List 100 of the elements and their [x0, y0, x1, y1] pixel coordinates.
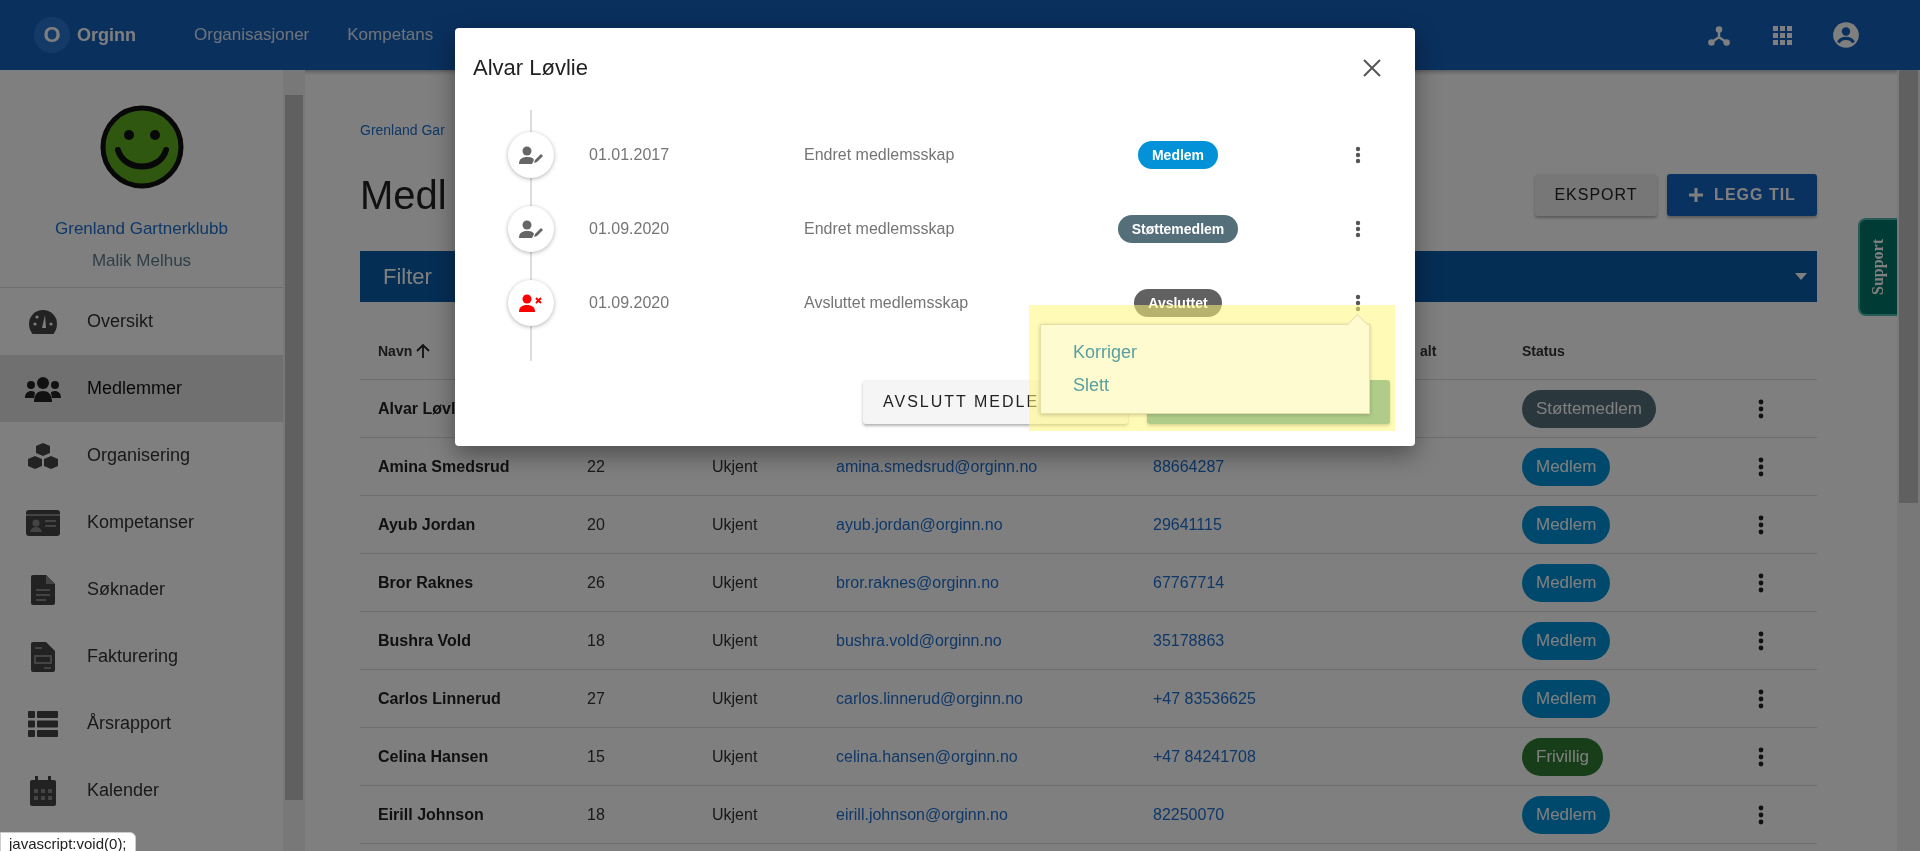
gender-cell: Ukjent	[712, 515, 758, 533]
support-tab[interactable]: Support	[1858, 218, 1897, 316]
gauge-icon	[26, 307, 59, 336]
gender-cell: Ukjent	[712, 747, 758, 765]
caret-icon	[1795, 272, 1807, 281]
phone-link[interactable]: 67767714	[1153, 573, 1225, 591]
status-badge: Medlem	[1522, 447, 1611, 486]
more-icon[interactable]	[1758, 688, 1764, 709]
brand-name[interactable]: Orginn	[77, 24, 136, 46]
event-description: Endret medlemsskap	[804, 146, 956, 164]
account-icon[interactable]	[1832, 21, 1860, 49]
gender-cell: Ukjent	[712, 805, 758, 823]
member-name: Amina Smedsrud	[377, 457, 511, 476]
user-name: Malik Melhus	[91, 251, 192, 271]
status-badge: Støttemedlem	[1117, 215, 1239, 243]
page-scrollbar[interactable]	[1897, 70, 1920, 851]
age-cell: 22	[587, 457, 605, 475]
user-remove-icon	[519, 294, 543, 312]
event-description: Endret medlemsskap	[804, 220, 956, 238]
email-link[interactable]: eirill.johnson@orginn.no	[836, 805, 1008, 823]
more-icon[interactable]	[1758, 572, 1764, 593]
status-badge: Medlem	[1522, 505, 1611, 544]
gender-cell: Ukjent	[712, 457, 758, 475]
status-badge: Frivillig	[1522, 737, 1603, 776]
column-header: alt	[1420, 342, 1438, 359]
more-icon[interactable]	[1758, 630, 1764, 651]
user-edit-icon	[519, 146, 543, 164]
logo-badge[interactable]: O	[34, 17, 70, 53]
age-cell: 27	[587, 689, 605, 707]
plus-icon	[1688, 187, 1705, 203]
email-link[interactable]: carlos.linnerud@orginn.no	[836, 689, 1023, 707]
status-badge: Medlem	[1522, 795, 1611, 834]
export-button[interactable]: EKSPORT	[1535, 174, 1657, 216]
status-badge: Medlem	[1522, 621, 1611, 660]
menu-item[interactable]: Korriger	[1073, 342, 1369, 363]
status-badge: Medlem	[1522, 563, 1611, 602]
list-icon	[27, 710, 58, 737]
invoice-icon	[30, 641, 55, 672]
sidebar-item[interactable]: Fakturering	[0, 623, 283, 690]
sidebar-item[interactable]: Medlemmer	[0, 355, 283, 422]
phone-link[interactable]: +47 83536625	[1153, 689, 1256, 707]
column-header: Status	[1522, 342, 1566, 359]
phone-link[interactable]: 88664287	[1153, 457, 1225, 475]
member-name: Eirill Johnson	[377, 805, 485, 824]
age-cell: 18	[587, 805, 605, 823]
member-name: Celina Hansen	[377, 747, 490, 766]
document-icon	[30, 574, 55, 605]
member-name: Bushra Vold	[377, 631, 473, 650]
sidebar-scrollbar[interactable]	[283, 70, 305, 851]
status-badge: Medlem	[1137, 141, 1219, 169]
more-icon[interactable]	[1758, 398, 1764, 419]
age-cell: 18	[587, 631, 605, 649]
email-link[interactable]: ayub.jordan@orginn.no	[836, 515, 1003, 533]
page-heading: Medl	[360, 172, 447, 218]
phone-link[interactable]: +47 84241708	[1153, 747, 1256, 765]
calendar-icon	[29, 775, 56, 806]
more-icon[interactable]	[1355, 294, 1361, 312]
email-link[interactable]: amina.smedsrud@orginn.no	[836, 457, 1038, 475]
gender-cell: Ukjent	[712, 689, 758, 707]
age-cell: 15	[587, 747, 605, 765]
organization-link[interactable]: Grenland Gartnerklubb	[55, 219, 228, 239]
add-button[interactable]: LEGG TIL	[1667, 174, 1817, 216]
sidebar-item[interactable]: Årsrapport	[0, 690, 283, 757]
cubes-icon	[26, 441, 59, 470]
sidebar-item[interactable]: Oversikt	[0, 288, 283, 355]
more-icon[interactable]	[1355, 220, 1361, 238]
apps-icon[interactable]	[1770, 23, 1794, 47]
event-date: 01.01.2017	[588, 146, 671, 164]
phone-link[interactable]: 29641115	[1153, 515, 1222, 533]
age-cell: 20	[587, 515, 605, 533]
nav-link[interactable]: Kompetans	[347, 25, 434, 45]
status-badge: Medlem	[1522, 679, 1611, 718]
status-badge: Støttemedlem	[1522, 389, 1656, 428]
phone-link[interactable]: 82250070	[1153, 805, 1225, 823]
more-icon[interactable]	[1758, 746, 1764, 767]
event-date: 01.09.2020	[588, 294, 671, 312]
id-card-icon	[25, 509, 60, 536]
event-date: 01.09.2020	[588, 220, 671, 238]
more-icon[interactable]	[1355, 146, 1361, 164]
status-badge: Avsluttet	[1134, 289, 1222, 317]
close-icon[interactable]	[1363, 59, 1381, 77]
event-description: Avsluttet medlemsskap	[804, 294, 970, 312]
sidebar-item[interactable]: Organisering	[0, 422, 283, 489]
phone-link[interactable]: 35178863	[1153, 631, 1225, 649]
email-link[interactable]: celina.hansen@orginn.no	[836, 747, 1018, 765]
email-link[interactable]: bushra.vold@orginn.no	[836, 631, 1002, 649]
sidebar-item[interactable]: Søknader	[0, 556, 283, 623]
filter-label: Filter	[383, 263, 432, 290]
people-icon	[23, 374, 62, 403]
email-link[interactable]: bror.raknes@orginn.no	[836, 573, 999, 591]
age-cell: 26	[587, 573, 605, 591]
column-header[interactable]: Navn	[378, 342, 413, 359]
member-name: Ayub Jordan	[377, 515, 477, 534]
nav-link[interactable]: Organisasjoner	[194, 25, 310, 45]
sidebar-item[interactable]: Kalender	[0, 757, 283, 824]
sidebar-item[interactable]: Kompetanser	[0, 489, 283, 556]
more-icon[interactable]	[1758, 804, 1764, 825]
more-icon[interactable]	[1758, 514, 1764, 535]
more-icon[interactable]	[1758, 456, 1764, 477]
user-edit-icon	[519, 220, 543, 238]
